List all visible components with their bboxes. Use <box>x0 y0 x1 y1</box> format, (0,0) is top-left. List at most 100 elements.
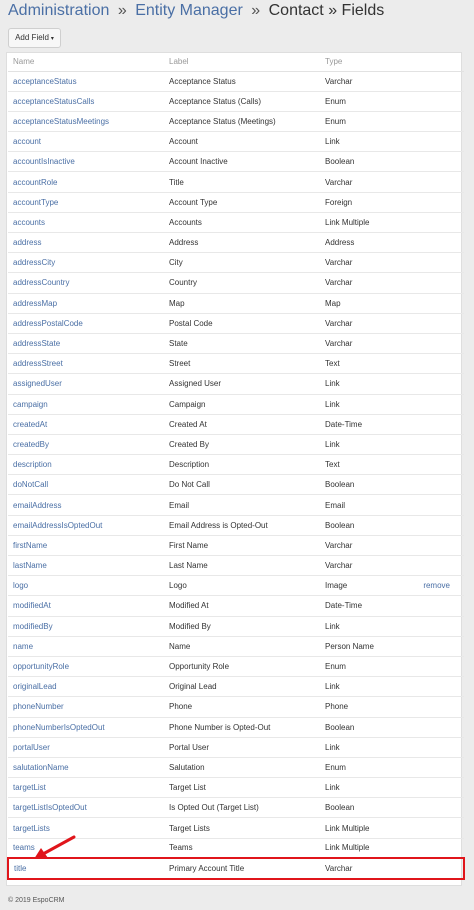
field-type-cell: Phone <box>320 696 414 718</box>
field-name-link[interactable]: logo <box>13 581 28 590</box>
field-name-link[interactable]: createdAt <box>13 420 47 429</box>
field-name-cell: modifiedBy <box>8 616 164 637</box>
field-action-cell <box>414 434 464 456</box>
field-name-link[interactable]: addressStreet <box>13 359 63 368</box>
field-label-cell: Campaign <box>164 394 320 415</box>
field-name-link[interactable]: modifiedAt <box>13 601 51 610</box>
field-type-cell: Varchar <box>320 857 414 880</box>
field-type-cell: Enum <box>320 757 414 779</box>
field-action-cell <box>414 777 464 799</box>
field-name-link[interactable]: addressCity <box>13 258 55 267</box>
field-type-cell: Varchar <box>320 171 414 193</box>
field-name-link[interactable]: campaign <box>13 400 48 409</box>
field-name-link[interactable]: originalLead <box>13 682 57 691</box>
field-type-cell: Varchar <box>320 535 414 557</box>
field-name-link[interactable]: addressPostalCode <box>13 319 83 328</box>
field-name-cell: lastName <box>8 555 164 577</box>
header-name[interactable]: Name <box>8 53 164 72</box>
field-name-link[interactable]: acceptanceStatusCalls <box>13 97 94 106</box>
field-type-cell: Link <box>320 777 414 799</box>
header-type[interactable]: Type <box>320 53 414 72</box>
field-name-link[interactable]: emailAddressIsOptedOut <box>13 521 102 530</box>
table-row: salutationName Salutation Enum <box>8 757 464 779</box>
field-name-link[interactable]: createdBy <box>13 440 49 449</box>
field-type-cell: Map <box>320 293 414 314</box>
field-action-cell <box>414 313 464 334</box>
field-label-cell: Map <box>164 293 320 314</box>
field-name-link[interactable]: accountIsInactive <box>13 157 75 166</box>
field-name-cell: salutationName <box>8 757 164 779</box>
field-type-cell: Link Multiple <box>320 212 414 234</box>
field-action-cell <box>414 232 464 254</box>
field-action-cell <box>414 333 464 355</box>
field-label-cell: Street <box>164 353 320 375</box>
field-name-link[interactable]: portalUser <box>13 743 50 752</box>
field-name-link[interactable]: modifiedBy <box>13 622 53 631</box>
field-name-cell: assignedUser <box>8 373 164 395</box>
table-row: createdAt Created At Date-Time <box>8 414 464 435</box>
fields-panel: Name Label Type acceptanceStatus Acceptan… <box>6 52 465 886</box>
table-row: addressMap Map Map <box>8 293 464 314</box>
field-name-link[interactable]: addressMap <box>13 299 57 308</box>
field-label-cell: Acceptance Status <box>164 71 320 92</box>
field-type-cell: Email <box>320 494 414 516</box>
table-row: opportunityRole Opportunity Role Enum <box>8 656 464 678</box>
field-name-link[interactable]: assignedUser <box>13 379 62 388</box>
field-label-cell: Assigned User <box>164 373 320 395</box>
field-name-link[interactable]: name <box>13 642 33 651</box>
field-name-link[interactable]: targetList <box>13 783 46 792</box>
remove-link[interactable]: remove <box>423 581 450 590</box>
table-row: assignedUser Assigned User Link <box>8 373 464 395</box>
field-name-link[interactable]: acceptanceStatus <box>13 77 77 86</box>
field-name-cell: addressPostalCode <box>8 313 164 334</box>
field-name-cell: logo <box>8 575 164 597</box>
field-action-cell <box>414 494 464 516</box>
field-name-link[interactable]: acceptanceStatusMeetings <box>13 117 109 126</box>
field-name-link[interactable]: accountRole <box>13 178 57 187</box>
field-name-link[interactable]: phoneNumberIsOptedOut <box>13 723 105 732</box>
table-row: account Account Link <box>8 131 464 153</box>
field-name-link[interactable]: doNotCall <box>13 480 48 489</box>
field-name-link[interactable]: address <box>13 238 41 247</box>
field-label-cell: Description <box>164 454 320 476</box>
table-header-row: Name Label Type <box>8 53 464 72</box>
field-name-link[interactable]: firstName <box>13 541 47 550</box>
field-name-cell: emailAddressIsOptedOut <box>8 515 164 536</box>
field-action-cell <box>414 838 464 859</box>
field-name-link[interactable]: addressState <box>13 339 60 348</box>
field-action-cell <box>414 696 464 718</box>
field-name-link[interactable]: targetListIsOptedOut <box>13 803 87 812</box>
field-label-cell: Teams <box>164 838 320 859</box>
table-row: doNotCall Do Not Call Boolean <box>8 474 464 496</box>
table-row: phoneNumber Phone Phone <box>8 696 464 718</box>
breadcrumb-administration-link[interactable]: Administration <box>8 2 109 19</box>
header-label[interactable]: Label <box>164 53 320 72</box>
field-action-cell <box>414 535 464 557</box>
field-action-cell <box>414 252 464 274</box>
breadcrumb: Administration » Entity Manager » Contac… <box>8 0 384 24</box>
field-name-link[interactable]: addressCountry <box>13 278 69 287</box>
field-name-link[interactable]: title <box>14 864 26 873</box>
field-name-link[interactable]: salutationName <box>13 763 69 772</box>
field-type-cell: Boolean <box>320 515 414 536</box>
field-name-link[interactable]: targetLists <box>13 824 50 833</box>
field-action-cell <box>414 131 464 153</box>
field-type-cell: Date-Time <box>320 595 414 617</box>
breadcrumb-separator: » <box>251 2 261 19</box>
field-name-link[interactable]: phoneNumber <box>13 702 64 711</box>
field-name-link[interactable]: accountType <box>13 198 58 207</box>
field-name-link[interactable]: accounts <box>13 218 45 227</box>
field-type-cell: Person Name <box>320 636 414 657</box>
field-name-link[interactable]: opportunityRole <box>13 662 69 671</box>
field-action-cell: remove <box>414 575 464 597</box>
field-name-cell: phoneNumberIsOptedOut <box>8 717 164 738</box>
field-name-link[interactable]: description <box>13 460 52 469</box>
field-name-link[interactable]: account <box>13 137 41 146</box>
breadcrumb-entity-manager-link[interactable]: Entity Manager <box>135 2 243 19</box>
add-field-button[interactable]: Add Field ▾ <box>8 28 61 48</box>
field-name-link[interactable]: lastName <box>13 561 47 570</box>
field-name-cell: description <box>8 454 164 476</box>
field-name-cell: account <box>8 131 164 153</box>
field-name-link[interactable]: emailAddress <box>13 501 61 510</box>
table-row: emailAddress Email Email <box>8 494 464 516</box>
